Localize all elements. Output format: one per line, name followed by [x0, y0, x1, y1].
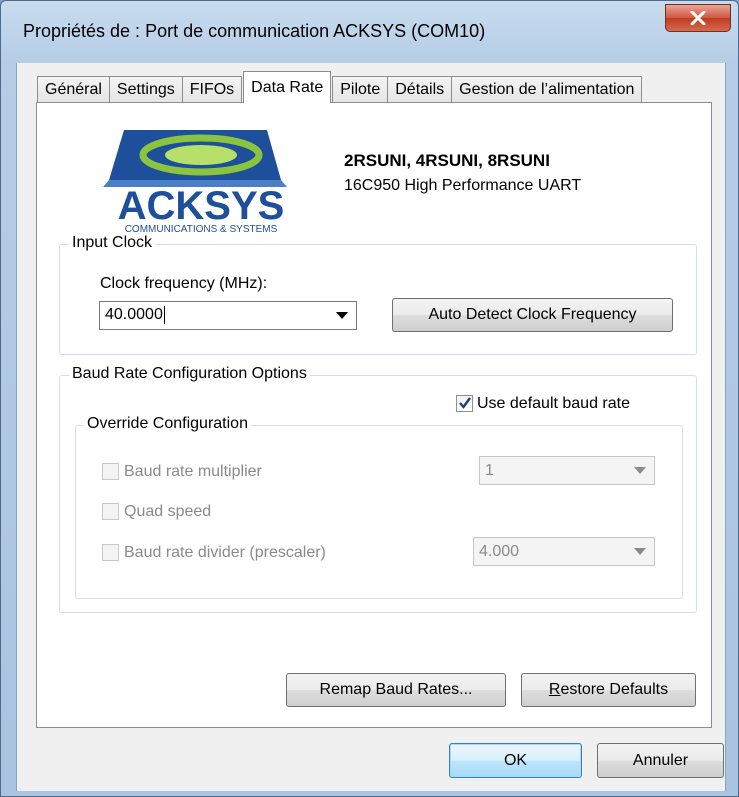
input-clock-legend: Input Clock [69, 234, 156, 252]
tab-fifos[interactable]: FIFOs [181, 76, 243, 103]
auto-detect-clock-button[interactable]: Auto Detect Clock Frequency [392, 298, 673, 332]
close-button[interactable] [665, 4, 731, 32]
title-bar[interactable]: Propriétés de : Port de communication AC… [1, 1, 738, 65]
override-configuration-legend: Override Configuration [84, 415, 251, 433]
tab-details[interactable]: Détails [387, 76, 453, 103]
chevron-down-icon[interactable] [626, 467, 654, 474]
clock-frequency-value: 40.0000 [105, 306, 163, 324]
cancel-button[interactable]: Annuler [597, 743, 724, 778]
remap-baud-rates-button[interactable]: Remap Baud Rates... [286, 673, 506, 707]
tab-power-management[interactable]: Gestion de l’alimentation [451, 76, 643, 103]
ok-button[interactable]: OK [449, 743, 582, 778]
baud-rate-divider-checkbox[interactable] [102, 544, 119, 561]
checkmark-icon [459, 397, 471, 409]
clock-frequency-label: Clock frequency (MHz): [100, 275, 268, 292]
tab-data-rate[interactable]: Data Rate [243, 71, 332, 103]
tab-strip: Général Settings FIFOs Data Rate Pilote … [37, 71, 643, 103]
chevron-down-icon[interactable] [328, 312, 356, 319]
product-name: 2RSUNI, 4RSUNI, 8RSUNI [344, 151, 550, 170]
tab-pilote[interactable]: Pilote [332, 76, 389, 103]
data-rate-panel: ACKSYS COMMUNICATIONS & SYSTEMS 2RSUNI, … [36, 102, 712, 728]
quad-speed-checkbox[interactable] [102, 503, 119, 520]
acksys-logo-graphic: ACKSYS COMMUNICATIONS & SYSTEMS [103, 130, 287, 235]
baud-rate-multiplier-checkbox[interactable] [102, 463, 119, 480]
baud-rate-multiplier-value: 1 [485, 461, 494, 479]
clock-frequency-combobox[interactable]: 40.0000 [99, 301, 357, 330]
baud-rate-divider-value: 4.000 [479, 542, 520, 560]
acksys-logo: ACKSYS COMMUNICATIONS & SYSTEMS [89, 125, 309, 240]
tab-settings[interactable]: Settings [108, 76, 183, 103]
use-default-baud-label: Use default baud rate [477, 395, 630, 412]
baud-rate-multiplier-label: Baud rate multiplier [124, 463, 262, 480]
use-default-baud-checkbox[interactable] [456, 395, 473, 412]
restore-defaults-label: estore Defaults [560, 681, 669, 698]
quad-speed-label: Quad speed [124, 503, 212, 520]
baud-rate-divider-label: Baud rate divider (prescaler) [124, 544, 326, 561]
baud-rate-divider-select[interactable]: 4.000 [473, 537, 655, 566]
restore-defaults-button[interactable]: Restore Defaults [521, 673, 696, 707]
logo-text: ACKSYS [118, 184, 285, 228]
product-description: 16C950 High Performance UART [344, 177, 582, 194]
baud-rate-options-legend: Baud Rate Configuration Options [69, 365, 310, 383]
close-icon [690, 11, 706, 25]
window-title: Propriétés de : Port de communication AC… [23, 21, 486, 41]
tab-general[interactable]: Général [37, 76, 110, 103]
chevron-down-icon[interactable] [626, 548, 654, 555]
baud-rate-multiplier-select[interactable]: 1 [479, 456, 655, 485]
properties-window: Propriétés de : Port de communication AC… [0, 0, 739, 797]
restore-defaults-mnemonic: R [548, 681, 561, 698]
dialog-client-area: Général Settings FIFOs Data Rate Pilote … [16, 63, 726, 791]
